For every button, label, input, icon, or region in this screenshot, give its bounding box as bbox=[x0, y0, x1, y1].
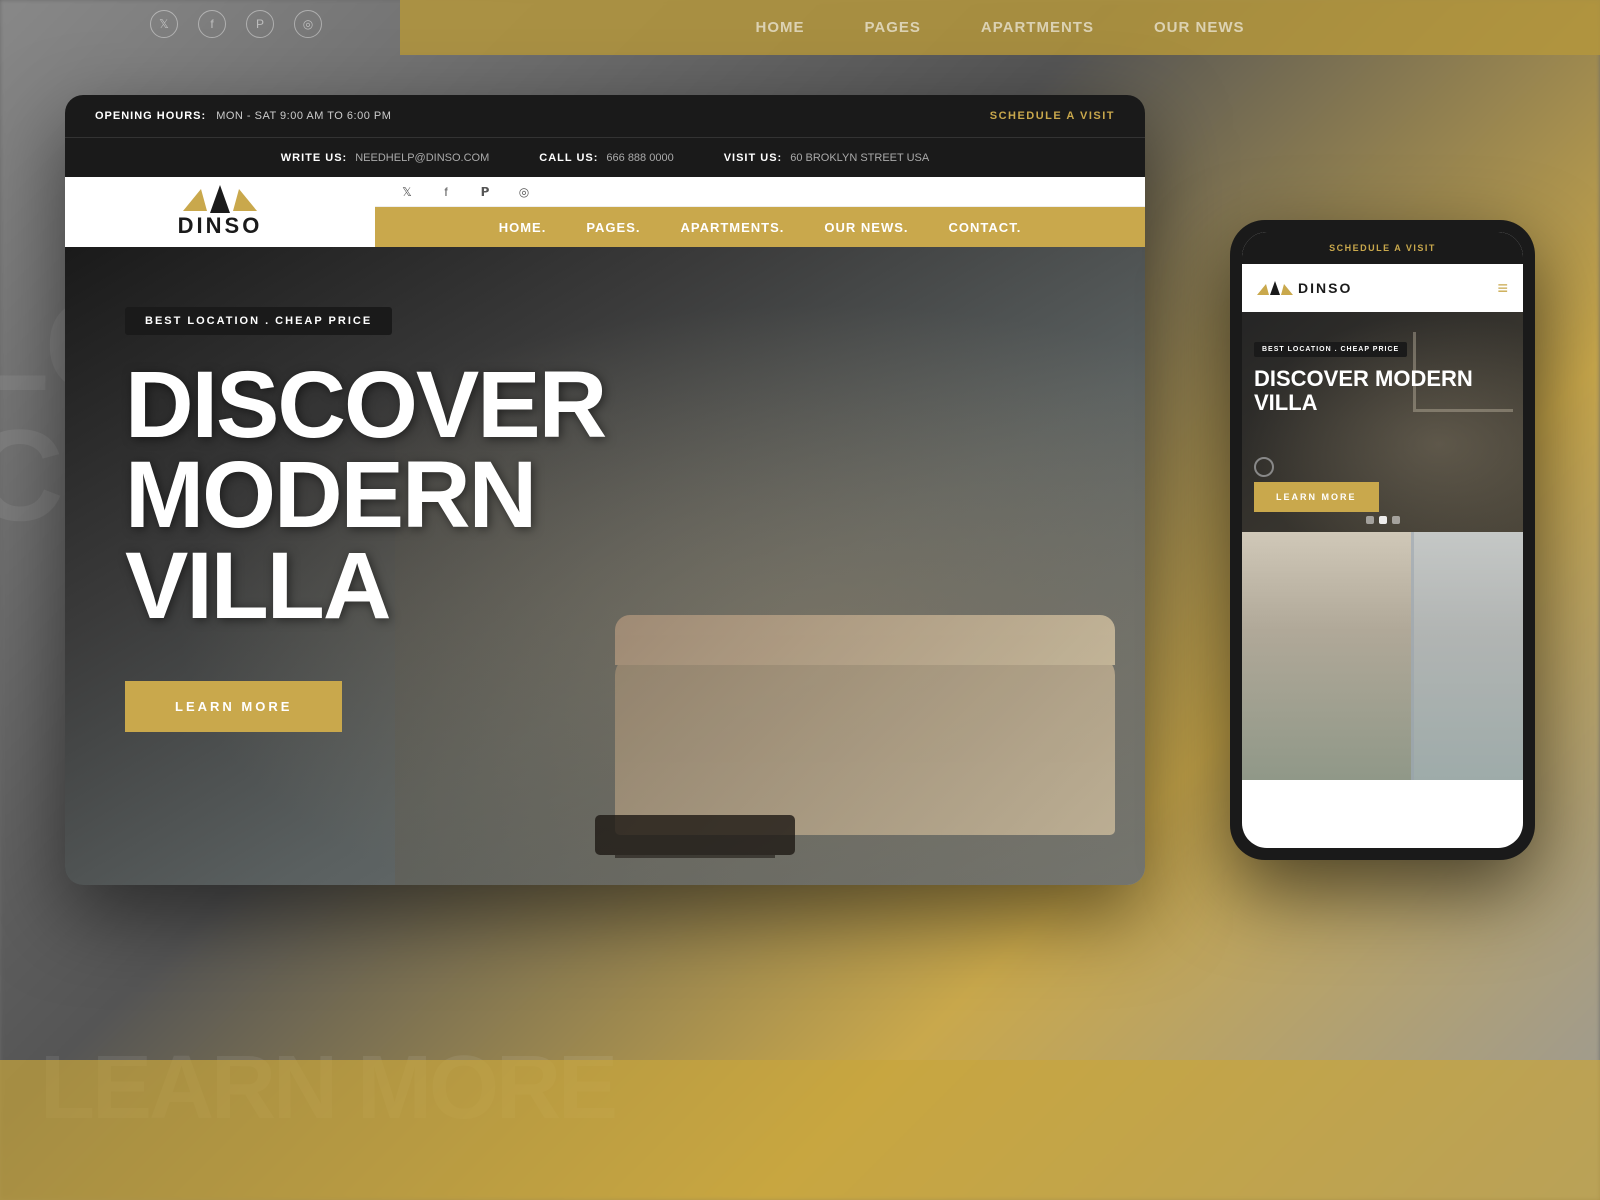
address-value: 60 BROKLYN STREET USA bbox=[790, 152, 929, 164]
mobile-logo: DINSO bbox=[1257, 280, 1352, 296]
nav-social-area: 𝕏 f 𝗣 ◎ HOME. PAGES. APARTMENTS. OUR NEW… bbox=[375, 177, 1145, 247]
hero-title: DISCOVER MODERN VILLA bbox=[125, 360, 605, 631]
hero-title-line3: VILLA bbox=[125, 533, 389, 639]
carousel-dot-1[interactable] bbox=[1366, 516, 1374, 524]
bg-nav-bar: HOME PAGES APARTMENTS OUR NEWS bbox=[400, 0, 1600, 55]
nav-pages[interactable]: PAGES. bbox=[586, 220, 640, 235]
hero-sofa-decoration bbox=[615, 655, 1115, 835]
mobile-bottom-image bbox=[1242, 532, 1523, 780]
hero-content-block: BEST LOCATION . CHEAP PRICE DISCOVER MOD… bbox=[125, 307, 605, 732]
social-icons-bar: 𝕏 f 𝗣 ◎ bbox=[375, 177, 1145, 207]
mobile-roof-right bbox=[1281, 284, 1293, 295]
instagram-icon[interactable]: ◎ bbox=[512, 180, 536, 204]
nav-contact[interactable]: CONTACT. bbox=[949, 220, 1022, 235]
opening-hours-block: OPENING HOURS: MON - SAT 9:00 AM TO 6:00… bbox=[95, 110, 391, 122]
mobile-mockup: SCHEDULE A VISIT DINSO ≡ BEST LOCATION .… bbox=[1230, 220, 1535, 860]
nav-apartments[interactable]: APARTMENTS. bbox=[680, 220, 784, 235]
header-contact-bar: WRITE US: NEEDHELP@DINSO.COM CALL US: 66… bbox=[65, 137, 1145, 177]
pinterest-icon[interactable]: 𝗣 bbox=[473, 180, 497, 204]
email-value: NEEDHELP@DINSO.COM bbox=[355, 152, 489, 164]
roof-mid-icon bbox=[210, 185, 230, 213]
roof-left-icon bbox=[183, 189, 207, 211]
header-logo-nav: DINSO 𝕏 f 𝗣 ◎ HOME. PAGES. APARTMENTS. O… bbox=[65, 177, 1145, 247]
mobile-carousel-dots bbox=[1366, 516, 1400, 524]
bg-nav-pages: PAGES bbox=[865, 19, 921, 36]
bg-gold-strip bbox=[0, 1060, 1600, 1200]
mobile-header-top: SCHEDULE A VISIT bbox=[1242, 232, 1523, 264]
carousel-dot-3[interactable] bbox=[1392, 516, 1400, 524]
bg-pinterest-icon: P bbox=[246, 10, 274, 38]
mobile-hero-tagline: BEST LOCATION . CHEAP PRICE bbox=[1254, 342, 1407, 357]
desktop-mockup: OPENING HOURS: MON - SAT 9:00 AM TO 6:00… bbox=[65, 95, 1145, 885]
roof-right-icon bbox=[233, 189, 257, 211]
mobile-window-decoration bbox=[1411, 532, 1523, 780]
hero-section: BEST LOCATION . CHEAP PRICE DISCOVER MOD… bbox=[65, 247, 1145, 885]
bg-nav-home: HOME bbox=[756, 19, 805, 36]
mobile-roof-left bbox=[1257, 284, 1269, 295]
logo-icon bbox=[183, 185, 257, 211]
phone-value: 666 888 0000 bbox=[606, 152, 673, 164]
bg-social-bar: 𝕏 f P ◎ bbox=[150, 10, 322, 38]
mobile-roof-mid bbox=[1270, 281, 1280, 295]
hero-cta-button[interactable]: LEARN MORE bbox=[125, 681, 342, 732]
opening-label: OPENING HOURS: bbox=[95, 110, 206, 122]
write-us-block: WRITE US: NEEDHELP@DINSO.COM bbox=[281, 152, 489, 164]
call-us-block: CALL US: 666 888 0000 bbox=[539, 152, 673, 164]
bg-facebook-icon: f bbox=[198, 10, 226, 38]
visit-label: VISIT US: bbox=[724, 152, 783, 164]
carousel-dot-2[interactable] bbox=[1379, 516, 1387, 524]
main-nav: HOME. PAGES. APARTMENTS. OUR NEWS. CONTA… bbox=[375, 207, 1145, 247]
opening-hours-value: MON - SAT 9:00 AM TO 6:00 PM bbox=[216, 110, 391, 122]
mobile-globe-icon bbox=[1254, 457, 1274, 477]
twitter-icon[interactable]: 𝕏 bbox=[395, 180, 419, 204]
bg-nav-ournews: OUR NEWS bbox=[1154, 19, 1245, 36]
schedule-visit-link[interactable]: SCHEDULE A VISIT bbox=[990, 110, 1115, 122]
hamburger-menu-icon[interactable]: ≡ bbox=[1497, 278, 1508, 299]
mobile-logo-text: DINSO bbox=[1298, 280, 1352, 296]
mobile-logo-bar: DINSO ≡ bbox=[1242, 264, 1523, 312]
mobile-hero-section: BEST LOCATION . CHEAP PRICE DISCOVER MOD… bbox=[1242, 312, 1523, 532]
mobile-schedule-label[interactable]: SCHEDULE A VISIT bbox=[1329, 243, 1436, 253]
logo-text: DINSO bbox=[178, 213, 263, 239]
hero-table-decoration bbox=[595, 815, 795, 855]
call-label: CALL US: bbox=[539, 152, 598, 164]
nav-home[interactable]: HOME. bbox=[499, 220, 547, 235]
header-top-bar: OPENING HOURS: MON - SAT 9:00 AM TO 6:00… bbox=[65, 95, 1145, 137]
mobile-hero-title: DISCOVER MODERN VILLA bbox=[1254, 367, 1523, 415]
facebook-icon[interactable]: f bbox=[434, 180, 458, 204]
bg-nav-apartments: APARTMENTS bbox=[981, 19, 1094, 36]
logo-area: DINSO bbox=[65, 177, 375, 247]
bg-twitter-icon: 𝕏 bbox=[150, 10, 178, 38]
visit-us-block: VISIT US: 60 BROKLYN STREET USA bbox=[724, 152, 930, 164]
hero-tagline-badge: BEST LOCATION . CHEAP PRICE bbox=[125, 307, 392, 335]
write-label: WRITE US: bbox=[281, 152, 347, 164]
bg-instagram-icon: ◎ bbox=[294, 10, 322, 38]
mobile-logo-icon bbox=[1257, 281, 1293, 295]
nav-ournews[interactable]: OUR NEWS. bbox=[824, 220, 908, 235]
mobile-screen: SCHEDULE A VISIT DINSO ≡ BEST LOCATION .… bbox=[1242, 232, 1523, 848]
mobile-cta-button[interactable]: LEARN MORE bbox=[1254, 482, 1379, 512]
